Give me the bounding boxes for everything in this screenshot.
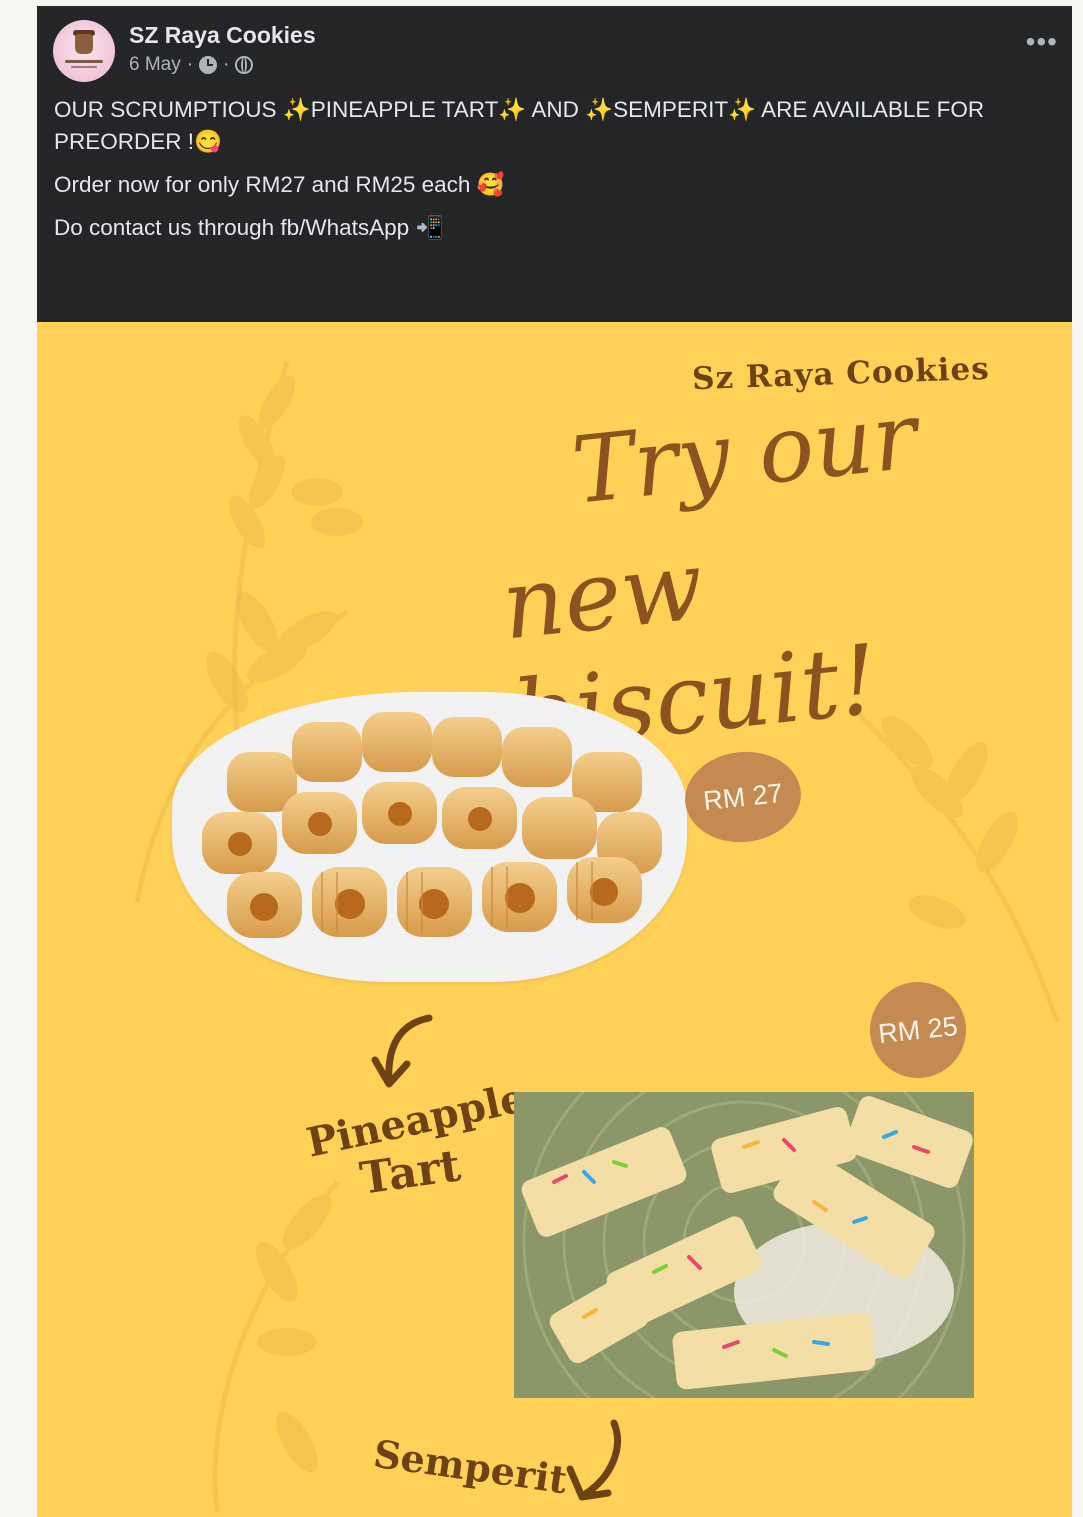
avatar-jar (75, 34, 93, 54)
label-semperit: Semperit (370, 1430, 570, 1503)
post-date[interactable]: 6 May (129, 54, 181, 76)
separator: · (223, 54, 230, 75)
pineapple-tart-illustration (202, 712, 662, 938)
semperit-illustration (514, 1092, 974, 1398)
post-text: OUR SCRUMPTIOUS ✨PINEAPPLE TART✨ AND ✨SE… (54, 94, 1054, 255)
avatar-text-bar (71, 66, 97, 68)
post-text-line: Order now for only RM27 and RM25 each 🥰 (54, 172, 505, 197)
post-image[interactable]: Sz Raya Cookies Try our new biscuit! RM … (37, 322, 1072, 1517)
wheat-decoration (212, 1180, 339, 1513)
globe-icon[interactable] (235, 56, 254, 74)
clock-icon (199, 56, 218, 74)
price-badge-pineapple: RM 27 (680, 746, 806, 848)
page-avatar[interactable] (53, 20, 115, 82)
separator: · (186, 54, 194, 75)
page-name[interactable]: SZ Raya Cookies (129, 22, 316, 49)
facebook-post: SZ Raya Cookies 6 May · · ••• OUR SCRUMP… (37, 6, 1072, 1517)
post-header: SZ Raya Cookies 6 May · · ••• OUR SCRUMP… (37, 6, 1072, 322)
more-options-icon[interactable]: ••• (1026, 28, 1058, 56)
post-text-line: OUR SCRUMPTIOUS ✨PINEAPPLE TART✨ AND ✨SE… (54, 97, 985, 154)
poster-headline: Try our (567, 382, 922, 525)
pineapple-tart-photo (172, 692, 687, 982)
arrow-icon (371, 1014, 433, 1088)
post-text-line: Do contact us through fb/WhatsApp 📲 (54, 215, 444, 240)
semperit-photo (514, 1092, 974, 1398)
avatar-text-bar (65, 60, 103, 63)
arrow-icon (566, 1419, 621, 1501)
post-meta: 6 May · · (129, 54, 254, 76)
